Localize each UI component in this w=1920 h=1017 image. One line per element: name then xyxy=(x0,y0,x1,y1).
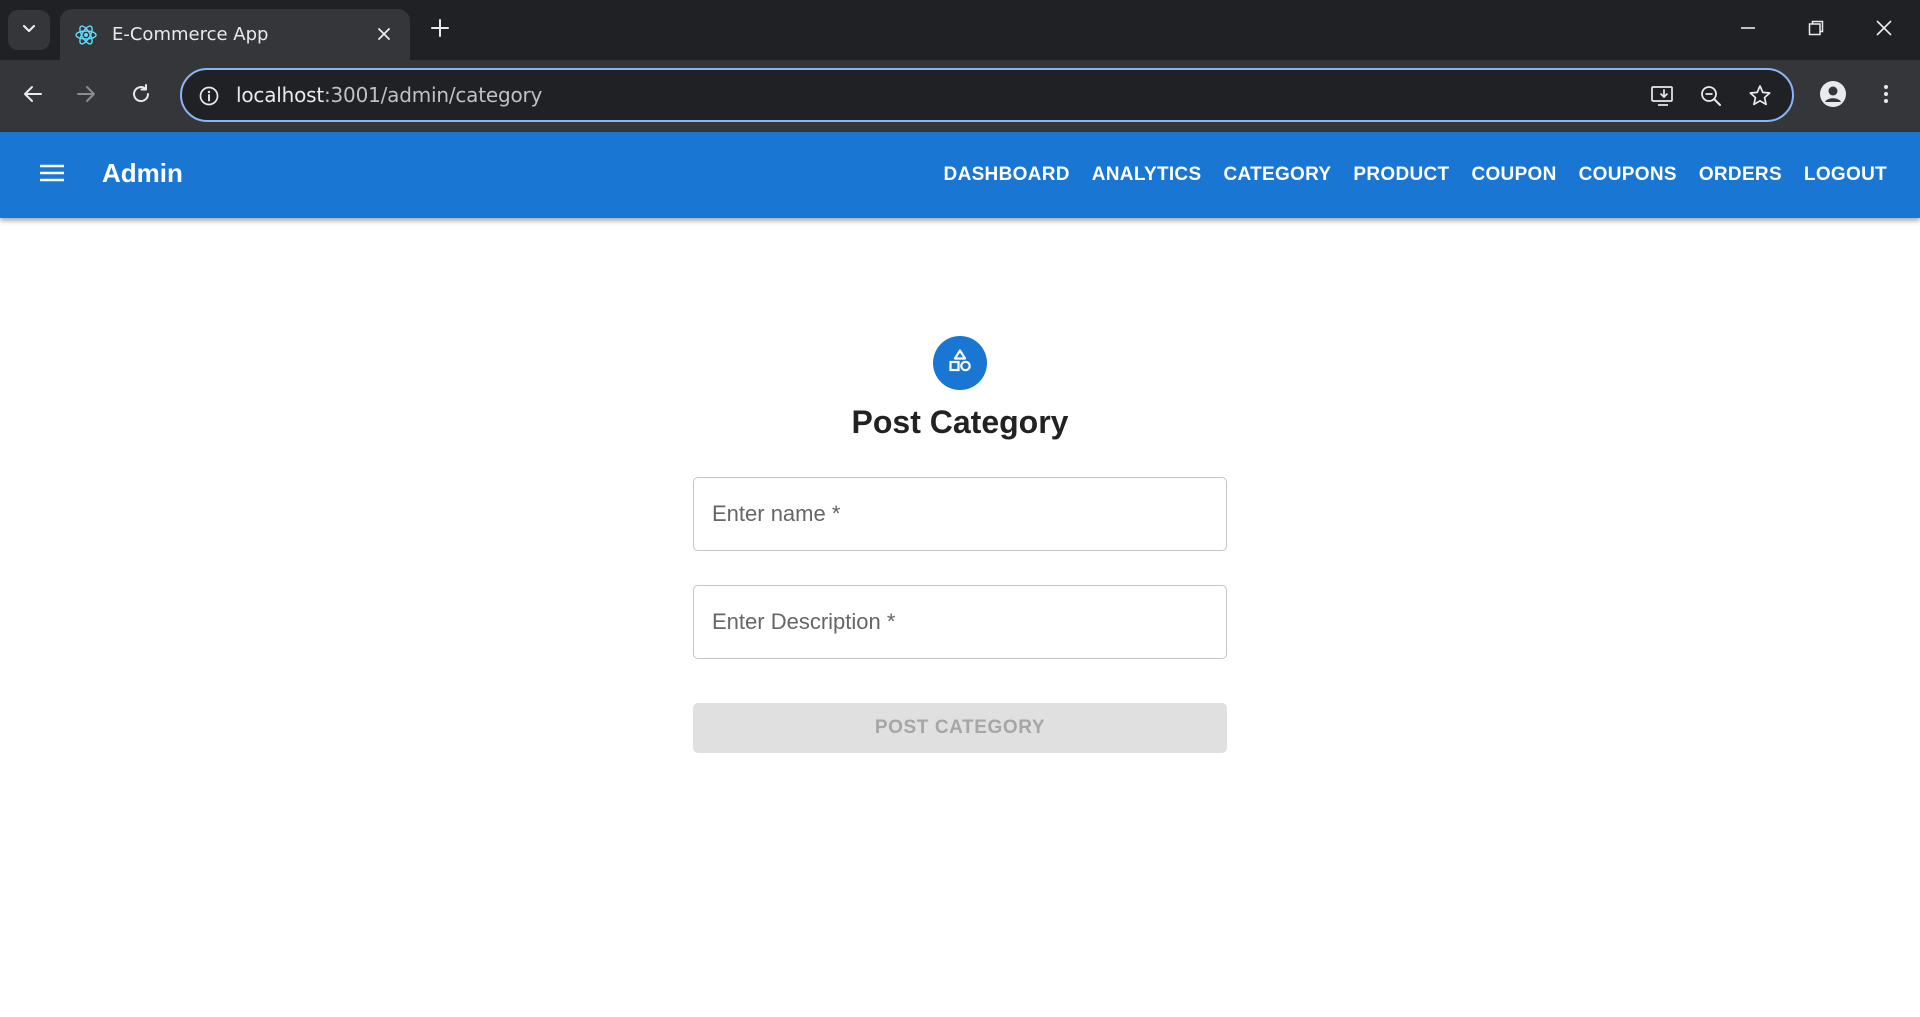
browser-tab-active[interactable]: E-Commerce App xyxy=(60,9,410,60)
arrow-left-icon xyxy=(22,83,44,110)
address-bar[interactable]: localhost:3001/admin/category xyxy=(180,68,1794,122)
bookmark-star-icon[interactable] xyxy=(1745,81,1775,111)
browser-tabstrip: E-Commerce App xyxy=(0,0,1920,60)
tab-title: E-Commerce App xyxy=(112,24,269,45)
close-icon[interactable] xyxy=(372,22,396,46)
app-header: Admin DASHBOARD ANALYTICS CATEGORY PRODU… xyxy=(0,132,1920,218)
more-vertical-icon xyxy=(1875,83,1897,110)
post-category-button[interactable]: POST CATEGORY xyxy=(693,703,1227,753)
url-path: :3001/admin/category xyxy=(323,83,543,107)
nav-orders[interactable]: ORDERS xyxy=(1688,154,1793,196)
nav-product[interactable]: PRODUCT xyxy=(1342,154,1460,196)
form-avatar xyxy=(933,336,987,390)
chevron-down-icon xyxy=(21,20,37,41)
hamburger-menu-button[interactable] xyxy=(28,151,76,199)
url-text[interactable]: localhost:3001/admin/category xyxy=(236,83,542,107)
react-icon xyxy=(72,21,100,49)
nav-coupon[interactable]: COUPON xyxy=(1460,154,1567,196)
browser-toolbar: localhost:3001/admin/category xyxy=(0,60,1920,132)
tab-search-button[interactable] xyxy=(8,10,50,50)
restore-button[interactable] xyxy=(1796,10,1836,50)
profile-avatar-icon xyxy=(1819,80,1847,113)
nav-category[interactable]: CATEGORY xyxy=(1212,154,1342,196)
nav-analytics[interactable]: ANALYTICS xyxy=(1081,154,1213,196)
arrow-right-icon xyxy=(75,83,97,110)
new-tab-button[interactable] xyxy=(422,12,458,48)
minimize-button[interactable] xyxy=(1728,10,1768,50)
restore-icon xyxy=(1807,19,1825,42)
browser-menu-button[interactable] xyxy=(1866,76,1906,116)
forward-button[interactable] xyxy=(66,76,106,116)
nav-logout[interactable]: LOGOUT xyxy=(1793,154,1898,196)
close-icon xyxy=(1875,19,1893,42)
profile-button[interactable] xyxy=(1813,76,1853,116)
zoom-out-icon[interactable] xyxy=(1696,81,1726,111)
close-window-button[interactable] xyxy=(1864,10,1904,50)
plus-icon xyxy=(430,18,450,43)
description-field[interactable] xyxy=(693,585,1227,659)
site-info-icon[interactable] xyxy=(196,83,222,109)
form-title: Post Category xyxy=(851,404,1069,440)
admin-nav: DASHBOARD ANALYTICS CATEGORY PRODUCT COU… xyxy=(933,153,1898,197)
name-input[interactable] xyxy=(694,478,1226,550)
url-host: localhost xyxy=(236,83,324,107)
nav-dashboard[interactable]: DASHBOARD xyxy=(933,154,1081,196)
menu-icon xyxy=(38,161,66,190)
post-category-form: Post Category POST CATEGORY xyxy=(693,336,1227,753)
app-brand: Admin xyxy=(102,158,183,188)
name-field[interactable] xyxy=(693,477,1227,551)
reload-icon xyxy=(130,83,152,110)
nav-coupons[interactable]: COUPONS xyxy=(1568,154,1688,196)
reload-button[interactable] xyxy=(121,76,161,116)
back-button[interactable] xyxy=(13,76,53,116)
category-icon xyxy=(946,347,974,380)
minimize-icon xyxy=(1739,19,1757,42)
description-input[interactable] xyxy=(694,586,1226,658)
install-app-icon[interactable] xyxy=(1648,81,1678,111)
